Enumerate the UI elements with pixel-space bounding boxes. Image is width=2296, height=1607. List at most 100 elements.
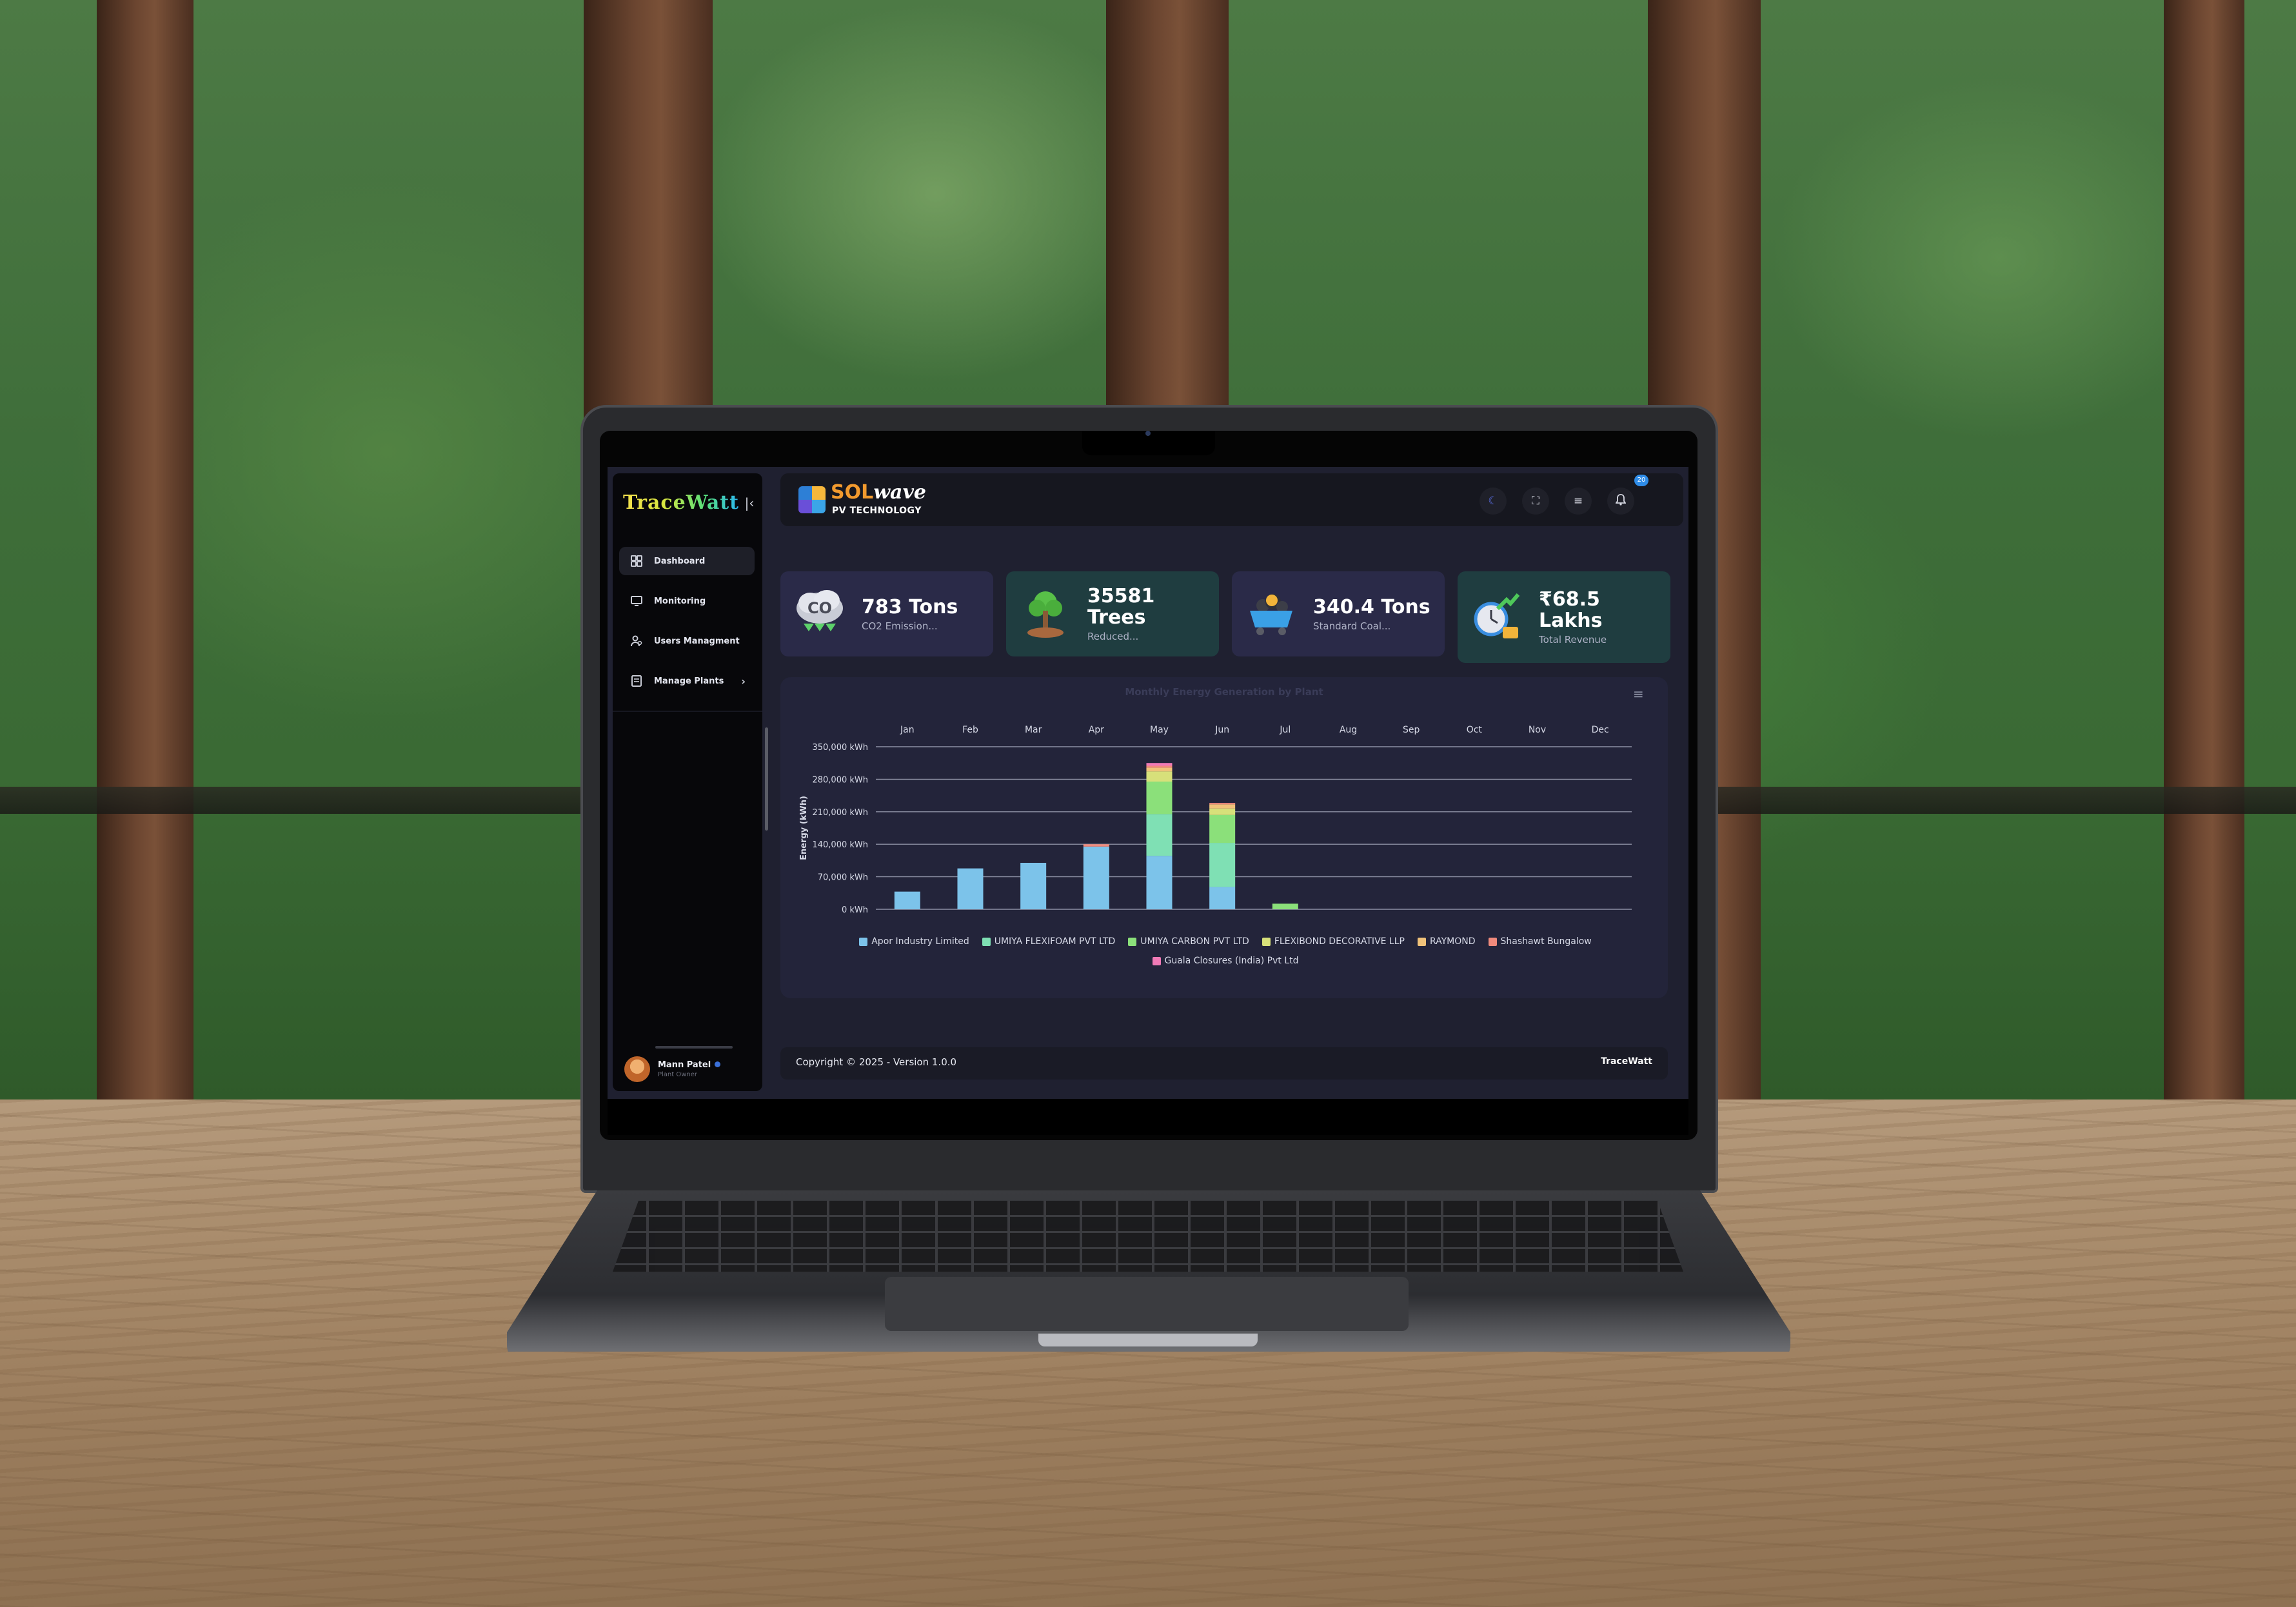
collapse-left-icon[interactable]: |‹ — [742, 495, 757, 511]
legend-item[interactable]: RAYMOND — [1417, 936, 1476, 947]
bar-segment — [1272, 903, 1298, 909]
bar-segment — [1146, 856, 1173, 909]
logo-subtitle: PV TECHNOLOGY — [832, 506, 922, 516]
sidebar-item-manage-plants[interactable]: Manage Plants › — [619, 667, 755, 695]
notifications-button[interactable] — [1607, 488, 1634, 515]
sidebar-item-monitoring[interactable]: Monitoring — [619, 587, 755, 615]
bar-segment — [1146, 771, 1173, 782]
user-name: Mann Patel — [658, 1060, 711, 1070]
bar-segment — [1209, 887, 1236, 909]
sidebar-item-dashboard[interactable]: Dashboard — [619, 547, 755, 575]
camera-lens — [1145, 431, 1151, 436]
x-tick-label: Sep — [1403, 725, 1420, 735]
bar-segment — [1209, 843, 1236, 887]
legend-item[interactable]: Guala Closures (India) Pvt Ltd — [1152, 956, 1299, 966]
settings-button[interactable]: ≡ — [1565, 488, 1592, 515]
user-profile[interactable]: Mann Patel Plant Owner — [624, 1056, 721, 1082]
legend-item[interactable]: UMIYA CARBON PVT LTD — [1128, 936, 1249, 947]
footer-brand[interactable]: TraceWatt — [1601, 1056, 1652, 1067]
sidebar: TraceWatt |‹ Dashboard Monitoring Users … — [613, 473, 762, 1091]
y-tick-label: 140,000 kWh — [812, 840, 868, 850]
bar-segment — [1146, 763, 1173, 766]
avatar — [624, 1056, 650, 1082]
bar-segment — [957, 868, 984, 909]
legend-label: RAYMOND — [1429, 936, 1476, 947]
stat-label: Standard Coal... — [1313, 620, 1391, 632]
solwave-logo[interactable]: SOLwave — [831, 481, 926, 504]
bar-segment — [1146, 814, 1173, 856]
logo-sol-text: SOL — [831, 481, 874, 504]
window-post — [97, 0, 193, 1103]
settings-sliders-icon: ≡ — [1573, 495, 1583, 508]
dashboard-screen: TraceWatt |‹ Dashboard Monitoring Users … — [608, 467, 1688, 1135]
laptop-front-lip — [1038, 1334, 1258, 1346]
y-tick-label: 0 kWh — [842, 905, 868, 915]
legend-item[interactable]: Shashawt Bungalow — [1488, 936, 1592, 947]
document-icon — [629, 674, 644, 688]
monitor-icon — [629, 594, 644, 608]
users-icon — [629, 634, 644, 648]
sidebar-drag-handle[interactable] — [655, 1046, 733, 1049]
x-tick-label: Nov — [1529, 725, 1546, 735]
legend-item[interactable]: Apor Industry Limited — [859, 936, 969, 947]
energy-chart-card: Monthly Energy Generation by Plant ≡ 0 k… — [780, 677, 1668, 998]
legend-label: UMIYA CARBON PVT LTD — [1140, 936, 1249, 947]
legend-swatch — [1152, 956, 1161, 965]
theme-toggle-button[interactable]: ☾ — [1480, 488, 1507, 515]
legend-swatch — [1488, 937, 1497, 946]
stat-value: ₹68.5 — [1539, 588, 1600, 611]
sidebar-scrollbar[interactable] — [765, 727, 768, 831]
sidebar-item-label: Dashboard — [654, 556, 706, 566]
stat-value: 340.4 Tons — [1313, 595, 1430, 618]
x-tick-label: Mar — [1025, 725, 1042, 735]
sidebar-item-users-managment[interactable]: Users Managment — [619, 627, 755, 655]
copyright-text: Copyright © 2025 - Version 1.0.0 — [796, 1056, 957, 1068]
bar-segment — [1146, 767, 1173, 772]
chart-legend: Apor Industry Limited UMIYA FLEXIFOAM PVT… — [845, 936, 1606, 966]
svg-text:CO: CO — [807, 599, 832, 617]
stat-label: Total Revenue — [1539, 634, 1607, 646]
legend-label: Shashawt Bungalow — [1500, 936, 1592, 947]
user-role: Plant Owner — [658, 1071, 698, 1078]
bell-icon — [1615, 493, 1627, 509]
moon-icon: ☾ — [1488, 495, 1498, 508]
stat-card-trees[interactable]: 35581 Trees Reduced... — [1006, 571, 1219, 656]
y-tick-label: 70,000 kWh — [818, 873, 868, 883]
window-post — [2164, 0, 2244, 1103]
bar-segment — [1020, 863, 1047, 909]
bar-segment — [1209, 803, 1236, 805]
bar-segment — [1146, 782, 1173, 814]
legend-swatch — [982, 937, 991, 946]
legend-label: UMIYA FLEXIFOAM PVT LTD — [994, 936, 1116, 947]
x-tick-label: Aug — [1340, 725, 1357, 735]
bar-segment — [894, 891, 920, 909]
co2-cloud-icon: CO — [792, 586, 847, 642]
legend-item[interactable]: UMIYA FLEXIFOAM PVT LTD — [982, 936, 1116, 947]
stat-value: 35581 Trees — [1087, 585, 1155, 629]
sidebar-item-label: Users Managment — [654, 636, 740, 646]
top-bar: SOLwave PV TECHNOLOGY ☾ ⛶ ≡ 20 — [780, 473, 1683, 526]
bar-segment — [1146, 765, 1173, 768]
notification-count-badge: 20 — [1634, 475, 1648, 486]
footer: Copyright © 2025 - Version 1.0.0 TraceWa… — [780, 1047, 1668, 1080]
x-tick-label: Feb — [962, 725, 978, 735]
legend-item[interactable]: FLEXIBOND DECORATIVE LLP — [1262, 936, 1405, 947]
legend-swatch — [1262, 937, 1271, 946]
stat-card-co2[interactable]: CO 783 Tons CO2 Emission... — [780, 571, 993, 656]
keyboard-rows — [613, 1201, 1683, 1272]
trackpad — [885, 1277, 1409, 1331]
stat-card-coal[interactable]: 340.4 Tons Standard Coal... — [1232, 571, 1445, 656]
sidebar-item-label: Manage Plants — [654, 676, 724, 686]
stat-card-revenue[interactable]: ₹68.5 Lakhs Total Revenue — [1458, 571, 1670, 663]
y-axis-label: Energy (kWh) — [799, 796, 809, 860]
online-status-dot — [715, 1061, 721, 1067]
legend-swatch — [859, 937, 868, 946]
revenue-clock-icon — [1469, 589, 1525, 645]
stat-label: CO2 Emission... — [862, 620, 938, 632]
y-tick-label: 280,000 kWh — [812, 775, 868, 785]
brand-logo[interactable]: TraceWatt — [623, 491, 739, 517]
grid-icon — [629, 554, 644, 568]
x-tick-label: Dec — [1592, 725, 1609, 735]
logo-wave-text: wave — [873, 481, 927, 504]
fullscreen-button[interactable]: ⛶ — [1522, 488, 1549, 515]
